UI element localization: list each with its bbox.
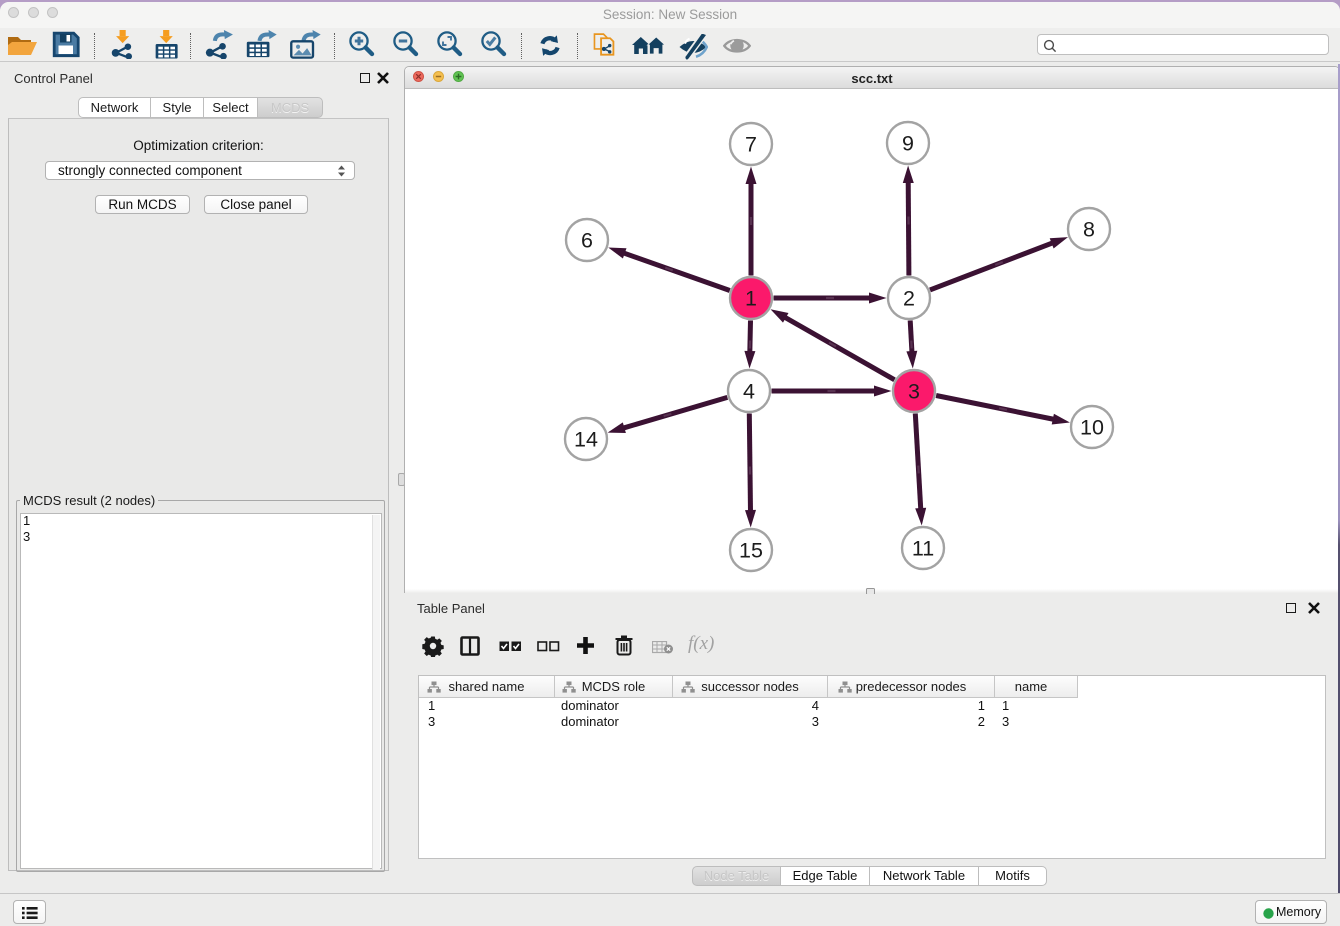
svg-text:2: 2 [903,287,915,311]
svg-text:3: 3 [908,380,920,404]
svg-text:8: 8 [1083,218,1095,242]
svg-text:11: 11 [912,537,934,561]
svg-text:7: 7 [745,133,757,157]
svg-text:9: 9 [902,132,914,156]
svg-text:14: 14 [574,428,598,452]
svg-text:10: 10 [1080,416,1104,440]
svg-text:4: 4 [743,380,755,404]
svg-text:1: 1 [745,287,757,311]
svg-text:6: 6 [581,229,593,253]
svg-text:15: 15 [739,539,763,563]
